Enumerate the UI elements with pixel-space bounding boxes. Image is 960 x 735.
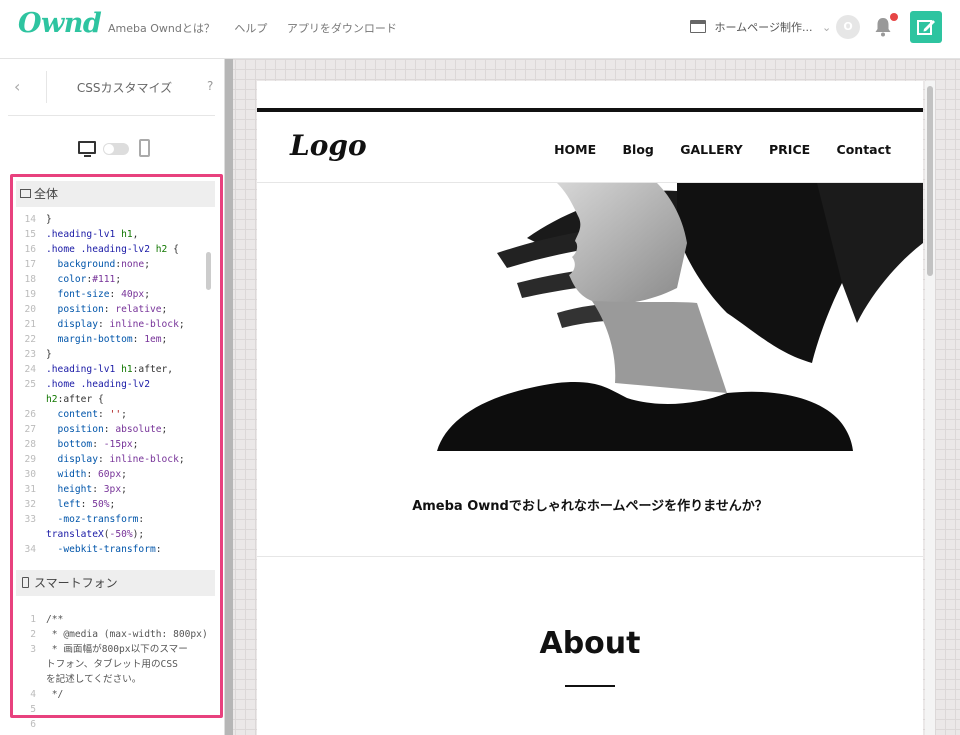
desktop-icon[interactable]: [78, 141, 96, 157]
nav-link-about[interactable]: Ameba Owndとは？: [108, 22, 215, 35]
highlight-frame: [10, 174, 223, 718]
heading-underline: [565, 685, 615, 687]
help-icon[interactable]: ?: [207, 79, 213, 93]
about-heading: About: [539, 626, 641, 661]
site-tagline: Ameba Owndでおしゃれなホームページを作りませんか？: [412, 499, 768, 514]
notification-dot: [890, 13, 898, 21]
site-nav-blog[interactable]: Blog: [623, 142, 654, 157]
avatar[interactable]: O: [836, 15, 860, 39]
site-preview: Logo HOME Blog GALLERY PRICE Contact Ame…: [257, 81, 923, 735]
smartphone-icon[interactable]: [139, 139, 150, 157]
divider: [8, 115, 215, 116]
nav-link-download-app[interactable]: アプリをダウンロード: [287, 22, 397, 35]
site-selector-label: ホームページ制作...: [714, 21, 813, 34]
device-toggle[interactable]: [103, 143, 129, 155]
notification-button[interactable]: [874, 13, 898, 39]
site-nav-price[interactable]: PRICE: [769, 142, 810, 157]
site-nav-home[interactable]: HOME: [554, 142, 596, 157]
site-nav-contact[interactable]: Contact: [837, 142, 891, 157]
hero-image: [257, 183, 923, 451]
browser-window-icon: [690, 20, 706, 33]
site-nav: HOME Blog GALLERY PRICE Contact: [532, 142, 891, 157]
panel-header: ‹ CSSカスタマイズ ?: [0, 59, 225, 115]
code-line: 6: [16, 717, 215, 732]
site-selector[interactable]: ホームページ制作... ⌄: [690, 19, 831, 35]
preview-scrollbar-thumb[interactable]: [927, 86, 933, 276]
hero-photo: [257, 183, 923, 451]
ownd-logo[interactable]: Ownd: [18, 8, 102, 39]
bell-icon: [875, 18, 891, 37]
site-nav-gallery[interactable]: GALLERY: [680, 142, 742, 157]
edit-icon: [917, 20, 935, 35]
top-bar: Ownd Ameba Owndとは？ ヘルプ アプリをダウンロード ホームページ…: [0, 0, 960, 59]
back-arrow-icon[interactable]: ‹: [14, 77, 20, 96]
device-switch[interactable]: [78, 139, 158, 159]
divider: [46, 71, 47, 103]
site-top-bar: [257, 108, 923, 112]
divider: [257, 556, 923, 557]
site-logo[interactable]: Logo: [290, 129, 367, 162]
nav-link-help[interactable]: ヘルプ: [234, 22, 267, 35]
chevron-down-icon: ⌄: [821, 21, 832, 34]
panel-title: CSSカスタマイズ: [76, 81, 173, 95]
edit-button[interactable]: [910, 11, 942, 43]
panel-scrollbar[interactable]: [225, 59, 233, 735]
top-nav: Ameba Owndとは？ ヘルプ アプリをダウンロード: [108, 20, 413, 36]
line-number: 6: [30, 719, 36, 730]
